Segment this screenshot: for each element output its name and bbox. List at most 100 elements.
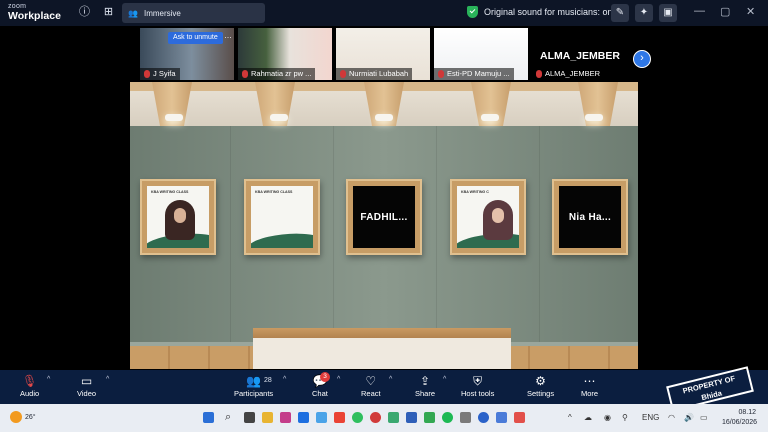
shield-check-icon — [467, 6, 478, 18]
video-frame[interactable]: KBA WRITING CLASS — [244, 179, 320, 255]
captions-icon: ▣ — [663, 7, 673, 18]
search-icon[interactable]: ⌕ — [225, 411, 231, 424]
participant-name: J Syifa — [140, 68, 180, 80]
maximize-icon[interactable]: ▢ — [720, 5, 730, 18]
ai-companion-button[interactable]: ✦ — [635, 4, 653, 22]
video-frame[interactable]: KBA WRITING CLASS — [140, 179, 216, 255]
word-icon[interactable] — [406, 412, 417, 423]
ceiling-lamp — [165, 114, 183, 121]
more-options-icon[interactable]: … — [224, 32, 232, 40]
video-camera-icon: ▭ — [80, 374, 93, 388]
volume-icon[interactable]: 🔊 — [684, 413, 694, 422]
more-button[interactable]: ⋯ More — [581, 374, 598, 398]
video-frame[interactable]: FADHIL... — [346, 179, 422, 255]
chat-unread-badge: 3 — [320, 372, 330, 382]
task-view-icon[interactable] — [244, 412, 255, 423]
battery-icon[interactable]: ▭ — [700, 413, 708, 422]
annotate-button[interactable]: ✎ — [611, 4, 629, 22]
participants-icon: 👥 — [246, 374, 262, 388]
weather-widget[interactable]: 26° — [10, 411, 36, 423]
share-button[interactable]: ⇪ Share — [415, 374, 435, 398]
participant-name-tile: FADHIL... — [353, 186, 415, 248]
original-sound-status[interactable]: Original sound for musicians: on — [467, 6, 613, 18]
close-icon[interactable]: ✕ — [746, 5, 755, 18]
slide-caption: KBA WRITING CLASS — [255, 190, 293, 194]
participant-thumb[interactable]: Nurmiati Lubabah — [336, 28, 430, 80]
mic-muted-icon: 🎙 — [21, 374, 38, 388]
chat-label: Chat — [312, 389, 328, 398]
settings-button[interactable]: ⚙ Settings — [527, 374, 554, 398]
share-label: Share — [415, 389, 436, 398]
file-explorer-icon[interactable] — [262, 412, 273, 423]
edge-icon[interactable] — [316, 412, 327, 423]
mic-muted-icon — [340, 70, 346, 78]
video-options-chevron-icon[interactable]: ^ — [106, 376, 109, 383]
onedrive-icon[interactable]: ☁ — [584, 413, 592, 422]
participant-thumb[interactable]: Ask to unmute … J Syifa — [140, 28, 234, 80]
participant-thumb[interactable]: Esti-PD Mamuju ... — [434, 28, 528, 80]
pinterest-icon[interactable] — [370, 412, 381, 423]
excel-icon[interactable] — [424, 412, 435, 423]
title-bar: zoom Workplace ⓘ ⊞ 👥 Immersive Original … — [0, 0, 768, 26]
more-dots-icon: ⋯ — [583, 374, 596, 388]
ask-to-unmute-button[interactable]: Ask to unmute — [168, 32, 223, 44]
participants-options-chevron-icon[interactable]: ^ — [283, 376, 286, 383]
audio-options-chevron-icon[interactable]: ^ — [47, 376, 50, 383]
video-frame[interactable]: Nia Ha... — [552, 179, 628, 255]
zoom-icon[interactable] — [478, 412, 489, 423]
participant-thumb[interactable]: Rahmatia zr pw ... — [238, 28, 332, 80]
slide-caption: KBA WRITING C — [461, 190, 489, 194]
participants-count: 28 — [264, 377, 272, 384]
location-icon[interactable]: ⚲ — [622, 413, 628, 422]
slide-caption: KBA WRITING CLASS — [151, 190, 189, 194]
next-page-button[interactable]: › — [633, 50, 651, 68]
app-icon[interactable] — [388, 412, 399, 423]
ceiling-lamp — [481, 114, 499, 121]
participant-video — [165, 200, 195, 240]
video-frame[interactable]: KBA WRITING C — [450, 179, 526, 255]
sun-icon — [10, 411, 22, 423]
participant-name: ALMA_JEMBER — [532, 68, 605, 80]
settings-label: Settings — [527, 389, 555, 398]
video-button[interactable]: ▭ Video — [77, 374, 96, 398]
immersive-scene: KBA WRITING CLASS KBA WRITING CLASS FADH… — [130, 82, 638, 369]
sparkle-icon: ✦ — [639, 7, 649, 18]
clock-date: 16/06/2026 — [722, 419, 758, 426]
info-icon[interactable]: ⓘ — [78, 6, 91, 19]
participant-name: Esti-PD Mamuju ... — [434, 68, 514, 80]
participant-face — [492, 208, 504, 223]
react-options-chevron-icon[interactable]: ^ — [389, 376, 392, 383]
video-label: Video — [77, 389, 97, 398]
system-clock[interactable]: 08.12 16/06/2026 — [722, 408, 758, 428]
start-icon[interactable] — [203, 412, 214, 423]
app-icon[interactable] — [496, 412, 507, 423]
app-icon[interactable] — [460, 412, 471, 423]
app-tray-icon[interactable]: ◉ — [604, 413, 611, 422]
mic-muted-icon — [242, 70, 248, 78]
share-options-chevron-icon[interactable]: ^ — [443, 376, 446, 383]
wall-panel-line — [436, 126, 437, 356]
audio-label: Audio — [20, 389, 40, 398]
language-indicator[interactable]: ENG — [642, 413, 659, 422]
react-button[interactable]: ♡ React — [361, 374, 381, 398]
participant-name-tile: Nia Ha... — [559, 186, 621, 248]
chrome-icon[interactable] — [334, 412, 345, 423]
app-icon[interactable] — [280, 412, 291, 423]
minimize-icon[interactable]: — — [694, 5, 705, 17]
host-tools-button[interactable]: ⛨ Host tools — [461, 374, 494, 398]
zoom-app-icon[interactable] — [298, 412, 309, 423]
view-label: Immersive — [143, 8, 181, 18]
heart-icon: ♡ — [365, 374, 377, 388]
captions-button[interactable]: ▣ — [659, 4, 677, 22]
participant-video — [483, 200, 513, 240]
spotify-icon[interactable] — [442, 412, 453, 423]
meeting-toolbar: 🎙 Audio ^ ▭ Video ^ 👥 Participants 28 ^ … — [0, 370, 768, 404]
view-selector[interactable]: 👥 Immersive — [122, 3, 265, 23]
wifi-icon[interactable]: ◠ — [668, 413, 675, 422]
chat-options-chevron-icon[interactable]: ^ — [337, 376, 340, 383]
whatsapp-icon[interactable] — [352, 412, 363, 423]
grid-icon[interactable]: ⊞ — [102, 6, 115, 19]
audio-button[interactable]: 🎙 Audio — [20, 374, 39, 398]
tray-chevron-icon[interactable]: ^ — [568, 413, 572, 422]
app-icon[interactable] — [514, 412, 525, 423]
